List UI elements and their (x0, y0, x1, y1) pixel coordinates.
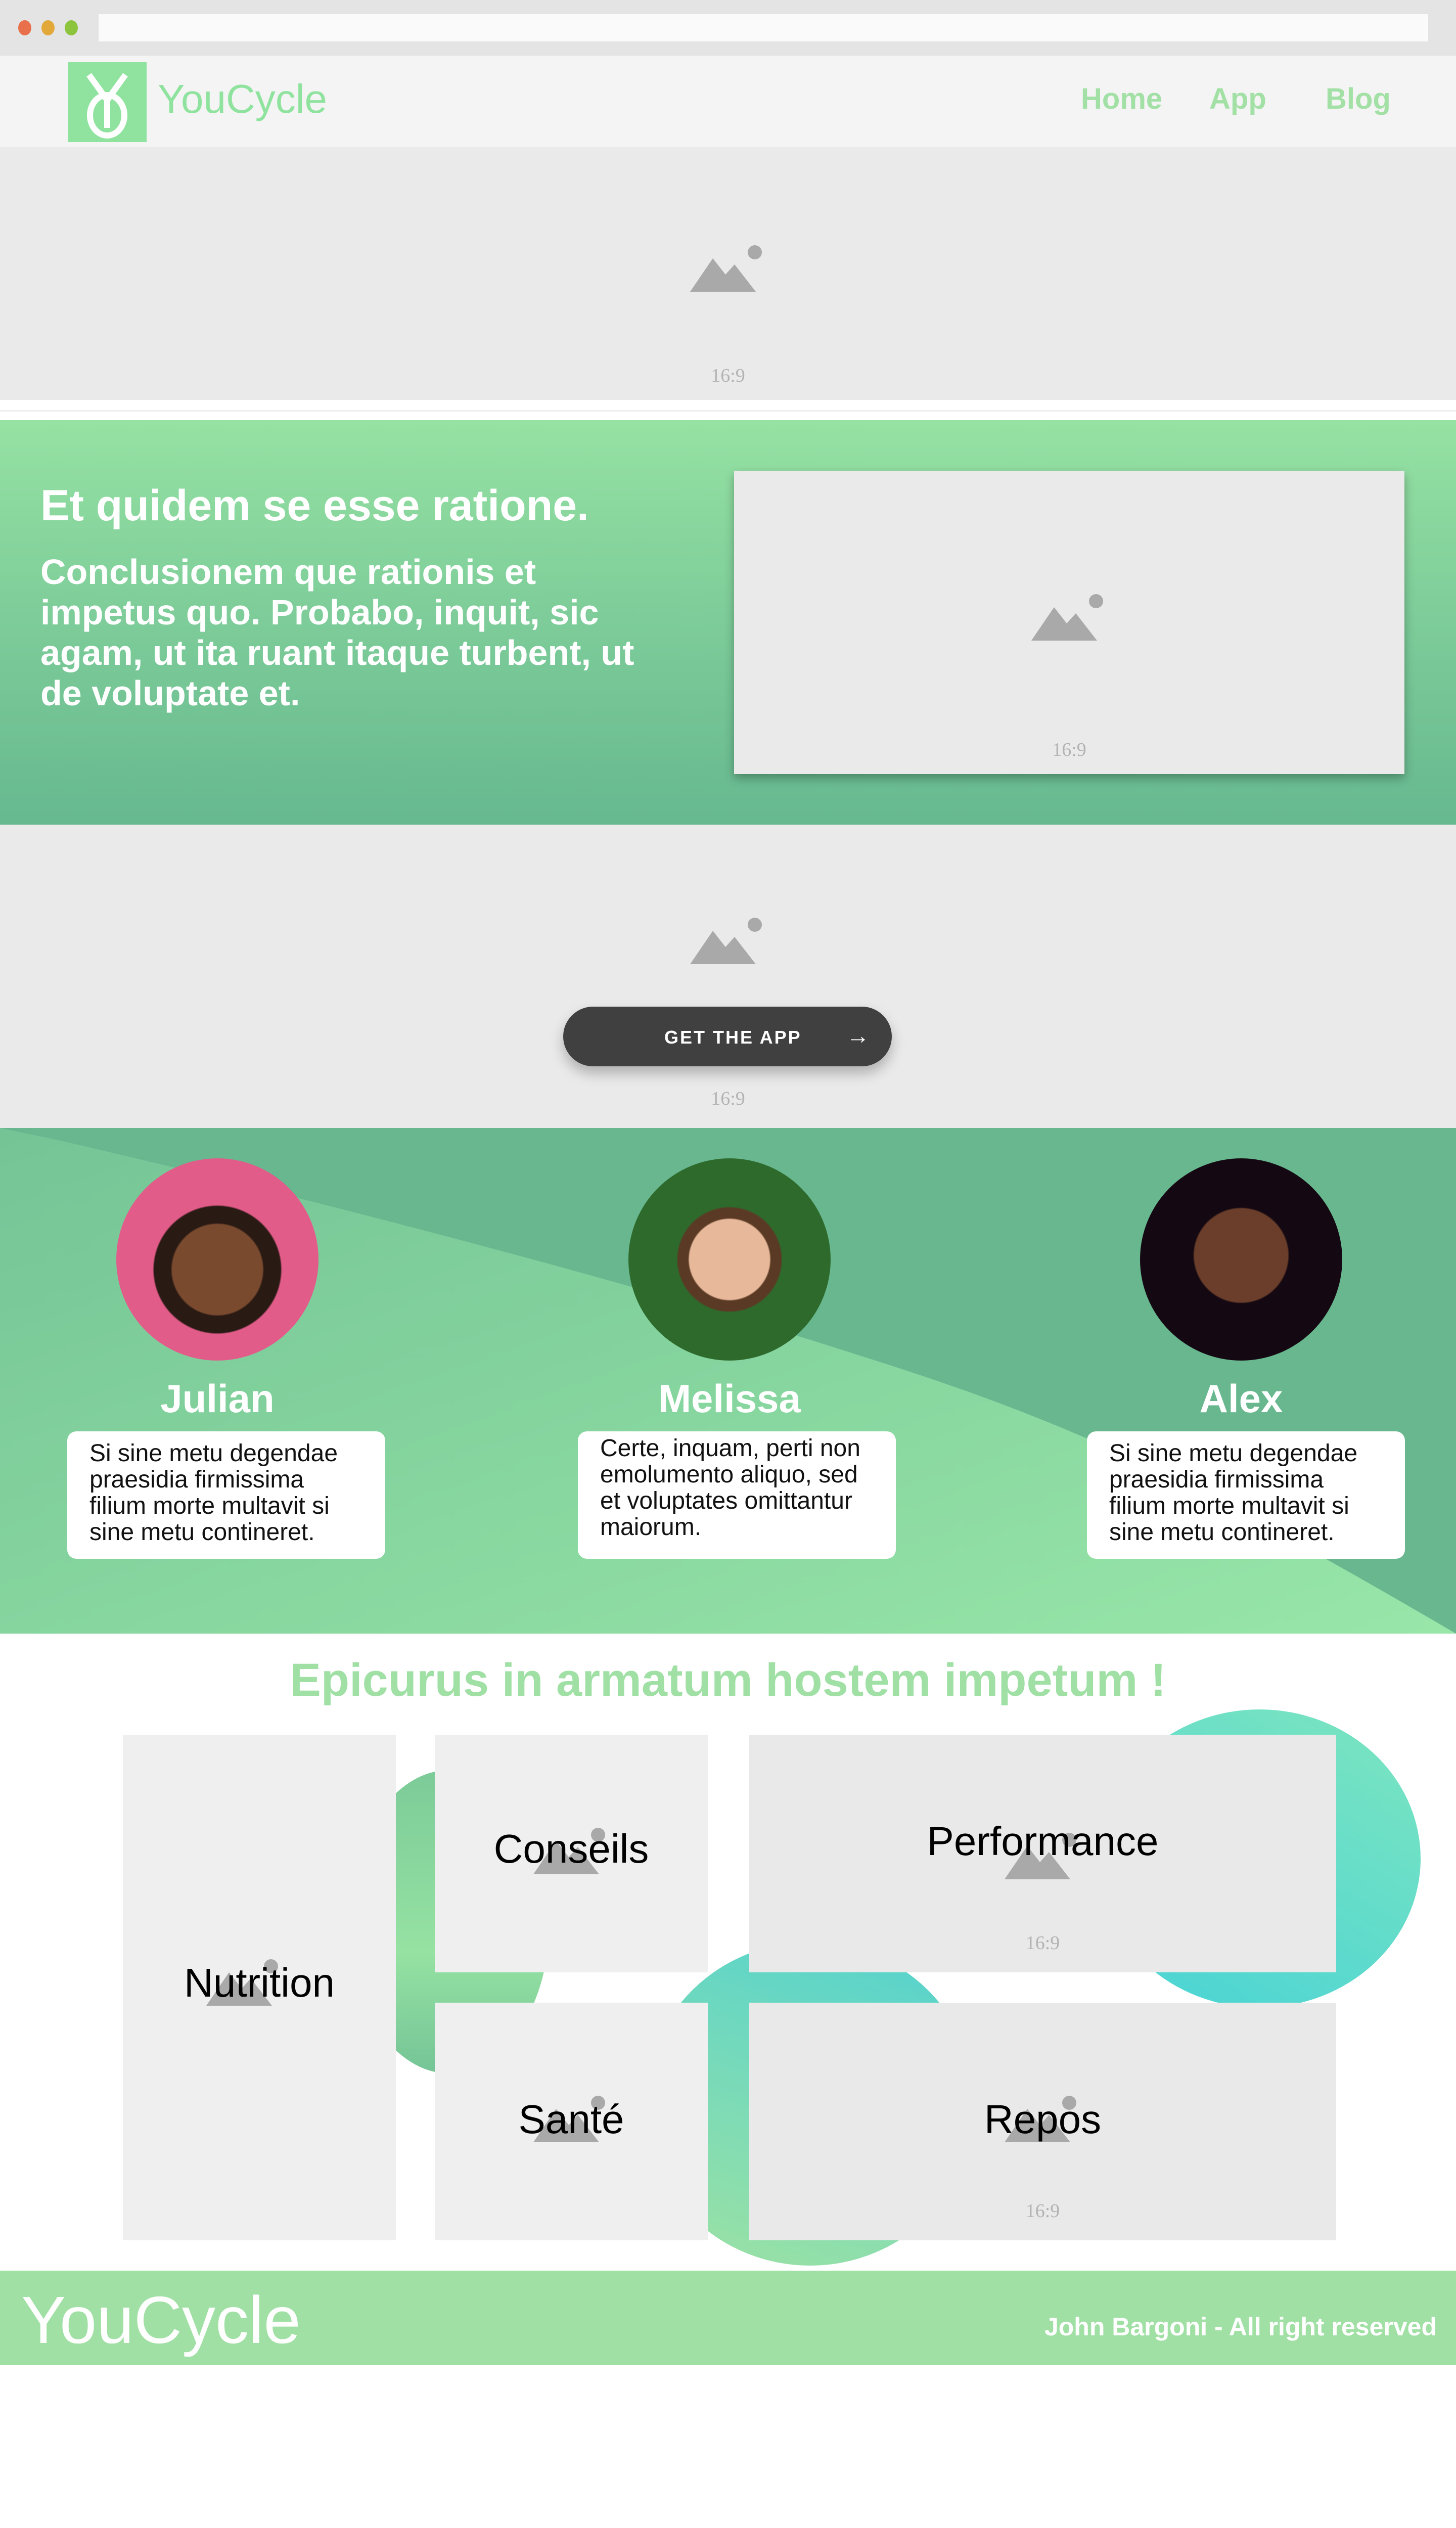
arrow-right-icon: → (846, 1022, 871, 1049)
brand-name[interactable]: YouCycle (158, 76, 327, 122)
get-the-app-label: GET THE APP (664, 1027, 802, 1048)
nav-app[interactable]: App (1209, 82, 1266, 116)
avatar-julian (116, 1158, 318, 1361)
avatar-melissa (628, 1158, 831, 1361)
maximize-window-dot[interactable] (65, 20, 78, 35)
avatar-alex (1140, 1158, 1342, 1361)
ratio-label: 16:9 (1052, 739, 1086, 760)
tile-label: Nutrition (184, 1960, 335, 2005)
footer-copyright: John Bargoni - All right reserved (1044, 2313, 1437, 2341)
image-icon (690, 243, 766, 294)
site-footer: YouCycle John Bargoni - All right reserv… (0, 2271, 1456, 2365)
ratio-label: 16:9 (1025, 2200, 1060, 2222)
nav-home[interactable]: Home (1081, 82, 1162, 116)
tile-nutrition[interactable]: Nutrition (123, 1735, 396, 2240)
ratio-label: 16:9 (1025, 1932, 1060, 1954)
testimonial-card: Certe, inquam, perti non emolumento aliq… (578, 1431, 896, 1559)
divider (0, 410, 1456, 412)
intro-heading: Et quidem se esse ratione. (40, 481, 589, 530)
tile-label: Repos (984, 2097, 1102, 2142)
browser-chrome (0, 0, 1456, 56)
tile-label: Conseils (493, 1826, 649, 1871)
logo-icon[interactable] (68, 62, 147, 142)
testimonial-card: Si sine metu degendae praesidia firmissi… (67, 1431, 385, 1559)
nav-blog[interactable]: Blog (1326, 82, 1391, 116)
intro-body: Conclusionem que rationis et impetus quo… (40, 552, 634, 713)
testimonials-section: Julian Melissa Alex Si sine metu degenda… (0, 1128, 1456, 1634)
hero-image-placeholder: 16:9 (0, 147, 1456, 400)
features-title: Epicurus in armatum hostem impetum ! (290, 1654, 1166, 1706)
image-icon (1031, 592, 1107, 643)
minimize-window-dot[interactable] (41, 20, 55, 35)
testimonial-card: Si sine metu degendae praesidia firmissi… (1087, 1431, 1405, 1559)
intro-section: Et quidem se esse ratione. Conclusionem … (0, 420, 1456, 825)
get-the-app-button[interactable]: GET THE APP → (563, 1007, 892, 1066)
tile-sante[interactable]: Santé (435, 2003, 708, 2240)
tile-label: Performance (927, 1819, 1159, 1864)
tile-label: Santé (518, 2097, 624, 2142)
testimonial-name: Julian (160, 1376, 275, 1421)
footer-brand: YouCycle (21, 2283, 301, 2357)
ratio-label: 16:9 (711, 1088, 745, 1109)
ratio-label: 16:9 (711, 365, 745, 386)
app-image-placeholder: GET THE APP → 16:9 (0, 825, 1456, 1128)
address-bar[interactable] (99, 14, 1428, 41)
testimonial-name: Alex (1199, 1376, 1283, 1421)
testimonial-name: Melissa (658, 1376, 801, 1421)
tile-performance[interactable]: Performance 16:9 (749, 1735, 1336, 1972)
tile-repos[interactable]: Repos 16:9 (749, 2003, 1336, 2240)
site-header: YouCycle Home App Blog (0, 56, 1456, 147)
intro-image-placeholder: 16:9 (734, 471, 1404, 774)
close-window-dot[interactable] (18, 20, 31, 35)
image-icon (690, 916, 766, 966)
divider-strip (0, 400, 1456, 420)
tile-conseils[interactable]: Conseils (435, 1735, 708, 1972)
features-section: Epicurus in armatum hostem impetum ! Nut… (0, 1634, 1456, 2271)
